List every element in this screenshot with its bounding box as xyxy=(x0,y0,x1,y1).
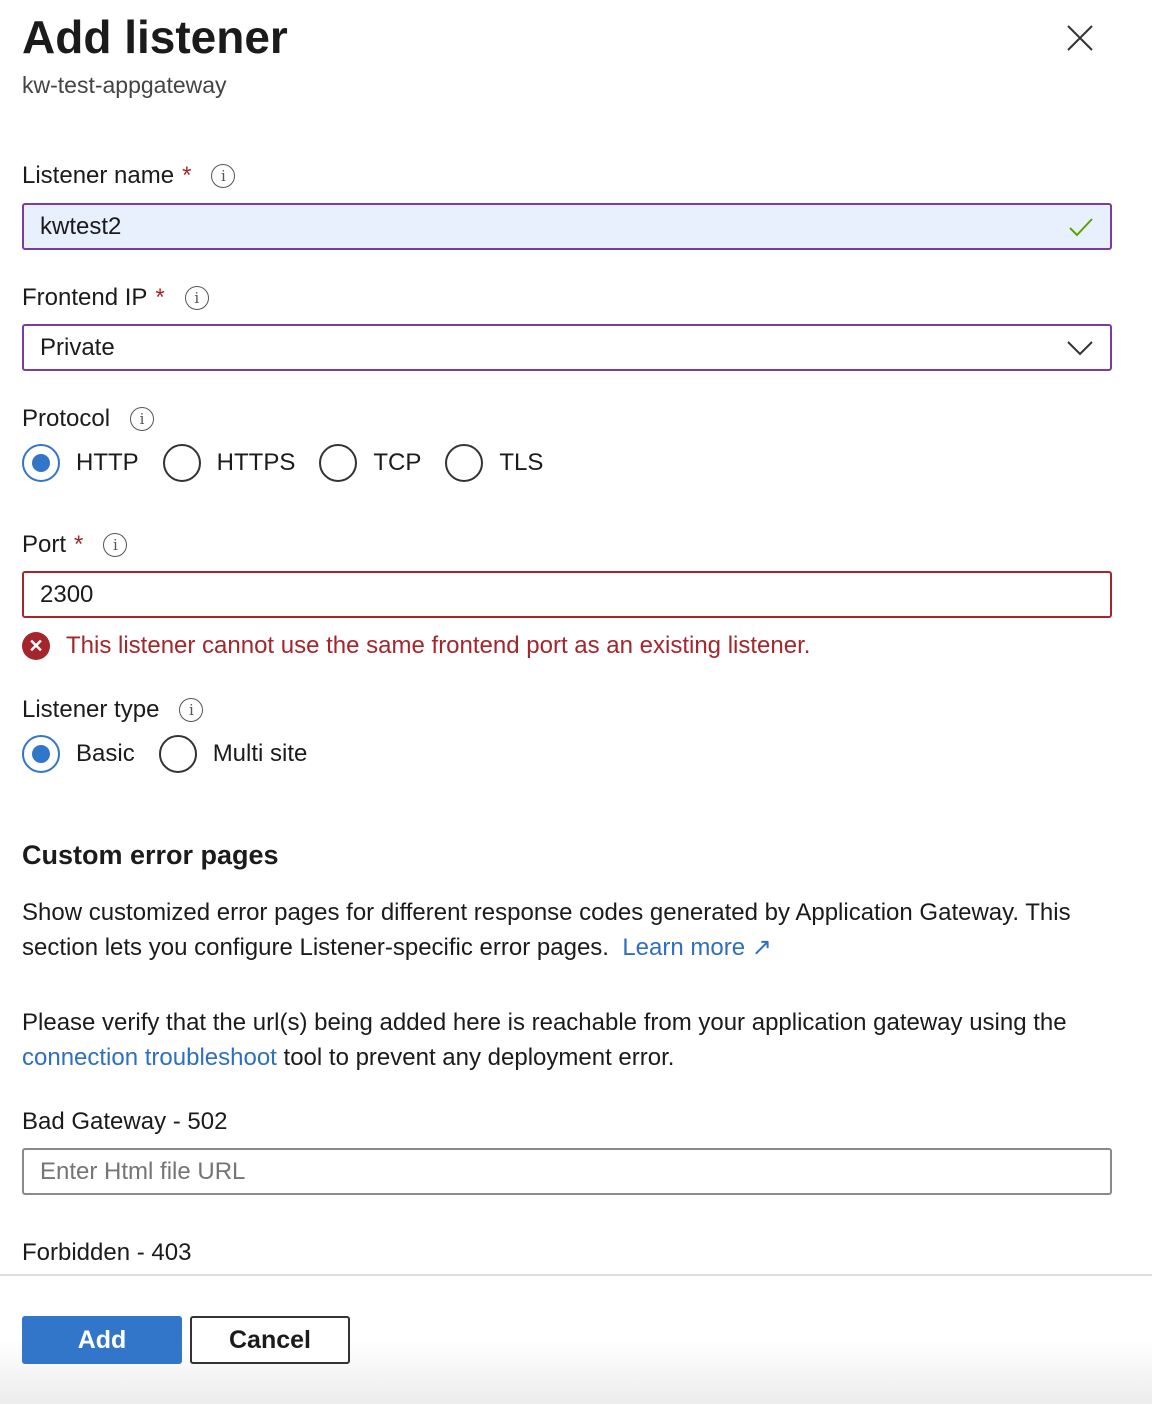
label-text: Listener name xyxy=(22,162,175,189)
info-icon[interactable]: i xyxy=(130,407,155,431)
verify-note: Please verify that the url(s) being adde… xyxy=(22,1005,1132,1075)
radio-circle[interactable] xyxy=(158,735,197,773)
error-icon: ✕ xyxy=(22,632,50,660)
radio-circle[interactable] xyxy=(319,444,358,482)
learn-more-link[interactable]: Learn more ↗ xyxy=(622,934,772,961)
add-button[interactable]: Add xyxy=(22,1316,182,1364)
external-link-icon: ↗ xyxy=(751,934,772,961)
custom-error-heading: Custom error pages xyxy=(22,840,279,870)
radio-http[interactable]: HTTP xyxy=(22,444,139,482)
info-icon[interactable]: i xyxy=(211,164,236,188)
radio-circle[interactable] xyxy=(162,444,201,482)
label-text: Frontend IP xyxy=(22,284,148,311)
input-value: 2300 xyxy=(40,580,94,608)
bad-gateway-label: Bad Gateway - 502 xyxy=(22,1108,228,1135)
listener-type-radio-group: Basic Multi site xyxy=(22,735,331,773)
required-asterisk: * xyxy=(155,284,165,311)
label-text: Listener type xyxy=(22,696,160,723)
cancel-button[interactable]: Cancel xyxy=(190,1316,350,1364)
frontend-ip-label: Frontend IP * i xyxy=(22,284,209,312)
radio-label: HTTP xyxy=(76,449,139,476)
info-icon[interactable]: i xyxy=(103,533,128,557)
port-input[interactable]: 2300 xyxy=(22,571,1112,618)
radio-label: Multi site xyxy=(212,740,308,767)
note-text: Please verify that the url(s) being adde… xyxy=(22,1009,1067,1036)
radio-tls[interactable]: TLS xyxy=(445,444,543,482)
listener-name-input[interactable]: kwtest2 xyxy=(22,203,1112,250)
radio-label: TCP xyxy=(373,449,422,476)
close-icon[interactable] xyxy=(1062,20,1098,56)
page-title: Add listener xyxy=(22,11,288,63)
radio-label: TLS xyxy=(499,449,544,476)
chevron-down-icon xyxy=(1067,340,1093,355)
required-asterisk: * xyxy=(182,162,192,189)
required-asterisk: * xyxy=(74,531,84,558)
radio-circle[interactable] xyxy=(22,444,60,482)
radio-circle[interactable] xyxy=(22,735,60,773)
radio-tcp[interactable]: TCP xyxy=(319,444,421,482)
footer-divider xyxy=(0,1274,1152,1276)
input-value: kwtest2 xyxy=(40,212,122,240)
select-value: Private xyxy=(40,333,115,361)
label-text: Protocol xyxy=(22,405,111,432)
info-icon[interactable]: i xyxy=(184,286,209,310)
link-text: Learn more xyxy=(622,934,746,961)
radio-label: HTTPS xyxy=(216,449,296,476)
listener-type-label: Listener type i xyxy=(22,696,204,724)
port-label: Port * i xyxy=(22,531,128,559)
error-text: This listener cannot use the same fronte… xyxy=(66,632,811,659)
custom-error-description: Show customized error pages for differen… xyxy=(22,895,1132,965)
connection-troubleshoot-link[interactable]: connection troubleshoot xyxy=(22,1044,277,1071)
port-error: ✕ This listener cannot use the same front… xyxy=(22,632,810,660)
radio-circle[interactable] xyxy=(445,444,484,482)
bad-gateway-url-input[interactable] xyxy=(22,1148,1112,1195)
listener-name-label: Listener name * i xyxy=(22,162,236,190)
frontend-ip-select[interactable]: Private xyxy=(22,324,1112,371)
protocol-label: Protocol i xyxy=(22,405,155,433)
description-text: Show customized error pages for differen… xyxy=(22,899,1071,961)
note-text: tool to prevent any deployment error. xyxy=(283,1044,675,1071)
radio-multi-site[interactable]: Multi site xyxy=(158,735,308,773)
label-text: Port xyxy=(22,531,67,558)
forbidden-label: Forbidden - 403 xyxy=(22,1239,192,1266)
radio-label: Basic xyxy=(76,740,135,767)
check-icon xyxy=(1069,217,1093,236)
protocol-radio-group: HTTP HTTPS TCP TLS xyxy=(22,444,567,482)
page-subtitle: kw-test-appgateway xyxy=(22,72,227,98)
radio-basic[interactable]: Basic xyxy=(22,735,135,773)
info-icon[interactable]: i xyxy=(179,698,204,722)
radio-https[interactable]: HTTPS xyxy=(162,444,296,482)
